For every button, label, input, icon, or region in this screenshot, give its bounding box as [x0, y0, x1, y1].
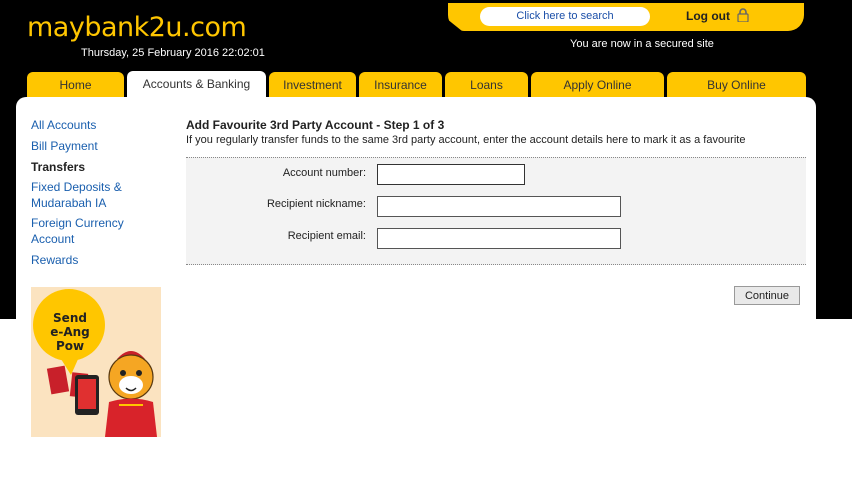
tab-investment[interactable]: Investment: [269, 72, 356, 97]
tab-insurance[interactable]: Insurance: [359, 72, 442, 97]
promo-banner[interactable]: Send e-Ang Pow: [31, 287, 161, 437]
account-number-input[interactable]: [377, 164, 525, 185]
logout-link[interactable]: Log out: [686, 9, 730, 23]
sidebar-item-transfers[interactable]: Transfers: [31, 159, 85, 175]
tab-accounts-banking[interactable]: Accounts & Banking: [127, 71, 266, 98]
search-button[interactable]: Click here to search: [480, 7, 650, 26]
sidebar-item-fixed-deposits[interactable]: Fixed Deposits & Mudarabah IA: [31, 179, 143, 211]
sidebar-item-foreign-currency[interactable]: Foreign Currency Account: [31, 215, 143, 247]
tab-buy-online[interactable]: Buy Online: [667, 72, 806, 97]
sidebar-item-bill-payment[interactable]: Bill Payment: [31, 138, 98, 154]
promo-line-1: Send: [53, 311, 87, 325]
tab-home[interactable]: Home: [27, 72, 124, 97]
account-form: Account number: Recipient nickname: Reci…: [186, 157, 806, 265]
current-datetime: Thursday, 25 February 2016 22:02:01: [81, 47, 265, 59]
promo-illustration: [31, 287, 161, 437]
sidebar-item-rewards[interactable]: Rewards: [31, 252, 78, 268]
recipient-nickname-input[interactable]: [377, 196, 621, 217]
page-description: If you regularly transfer funds to the s…: [186, 134, 746, 146]
page-title: Add Favourite 3rd Party Account - Step 1…: [186, 118, 445, 132]
maybank-logo[interactable]: maybank2u.com: [27, 12, 247, 43]
tab-loans[interactable]: Loans: [445, 72, 528, 97]
secured-site-notice: You are now in a secured site: [570, 38, 714, 50]
tab-apply-online[interactable]: Apply Online: [531, 72, 664, 97]
sidebar-item-all-accounts[interactable]: All Accounts: [31, 117, 96, 133]
recipient-nickname-label: Recipient nickname:: [266, 198, 366, 210]
account-number-label: Account number:: [282, 167, 366, 179]
promo-line-2: e-Ang Pow: [50, 325, 90, 353]
recipient-email-label: Recipient email:: [287, 230, 366, 242]
continue-button[interactable]: Continue: [734, 286, 800, 305]
lock-icon[interactable]: [737, 8, 749, 22]
promo-text: Send e-Ang Pow: [47, 311, 93, 353]
recipient-email-input[interactable]: [377, 228, 621, 249]
